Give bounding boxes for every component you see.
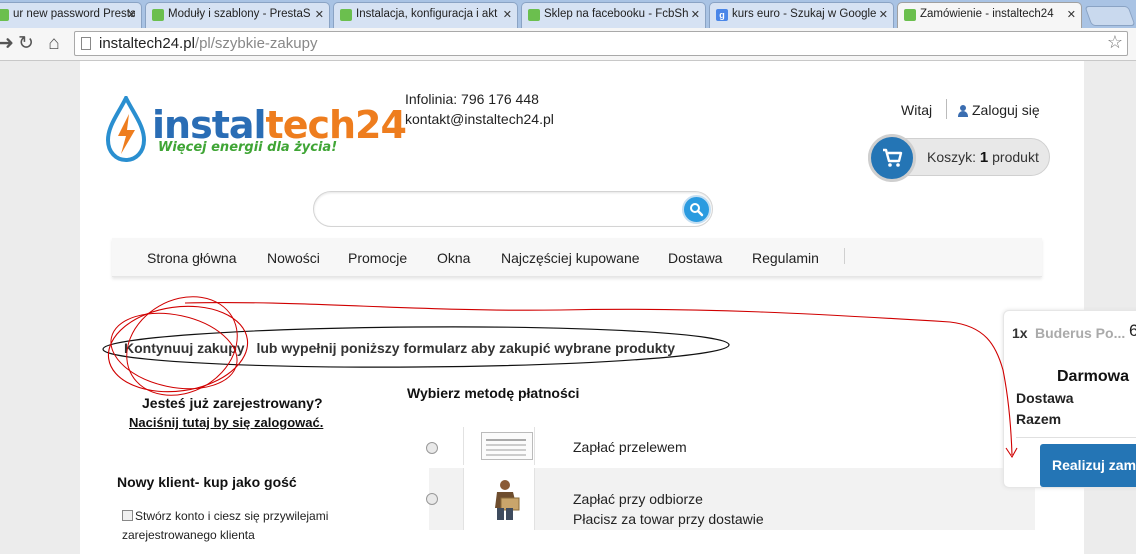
browser-tab[interactable]: ur new password PrestaS ✕ <box>0 2 142 28</box>
prestashop-icon <box>340 9 352 21</box>
close-icon[interactable]: ✕ <box>879 8 888 21</box>
payment-label-cod: Zapłać przy odbiorze <box>573 491 703 507</box>
bank-transfer-icon <box>481 432 533 460</box>
create-account-label: Stwórz konto i ciesz się przywilejami <box>135 509 329 523</box>
summary-divider <box>1016 437 1136 438</box>
close-icon[interactable]: ✕ <box>315 8 324 21</box>
search-icon <box>690 203 704 217</box>
nav-item-bestsellers[interactable]: Najczęściej kupowane <box>501 250 640 266</box>
summary-product[interactable]: Buderus Po... <box>1035 325 1125 341</box>
nav-item-promotions[interactable]: Promocje <box>348 250 407 266</box>
page-icon <box>81 37 91 50</box>
close-icon[interactable]: ✕ <box>127 8 136 21</box>
google-icon: g <box>716 9 728 21</box>
summary-price: 6 <box>1129 321 1136 340</box>
payment-radio-transfer[interactable] <box>426 442 438 454</box>
browser-tab[interactable]: g kurs euro - Szukaj w Google ✕ <box>709 2 894 28</box>
nav-item-delivery[interactable]: Dostawa <box>668 250 722 266</box>
payment-method-title: Wybierz metodę płatności <box>407 385 580 401</box>
close-icon[interactable]: ✕ <box>1067 8 1076 21</box>
nav-divider <box>844 248 845 264</box>
cart-icon-circle[interactable] <box>868 134 916 182</box>
nav-item-windows[interactable]: Okna <box>437 250 470 266</box>
browser-tab[interactable]: Instalacja, konfiguracja i akt ✕ <box>333 2 518 28</box>
cart-icon <box>883 148 903 167</box>
home-icon[interactable]: ⌂ <box>42 32 66 56</box>
nav-item-terms[interactable]: Regulamin <box>752 250 819 266</box>
create-account-label-cont: zarejestrowanego klienta <box>122 528 255 542</box>
summary-total-label: Razem <box>1016 411 1062 427</box>
prestashop-icon <box>904 9 916 21</box>
browser-tab[interactable]: Sklep na facebooku - FcbSh ✕ <box>521 2 706 28</box>
url-text: instaltech24.pl/pl/szybkie-zakupy <box>99 35 318 52</box>
login-link[interactable]: Zaloguj się <box>958 102 1040 118</box>
new-tab-button[interactable] <box>1084 6 1136 26</box>
prestashop-icon <box>152 9 164 21</box>
continue-shopping-link[interactable]: Kontynuuj zakupy <box>124 340 245 356</box>
user-icon <box>958 105 968 117</box>
courier-icon <box>495 480 520 520</box>
login-prompt-link[interactable]: Naciśnij tutaj by się zalogować. <box>129 415 323 430</box>
reload-icon[interactable]: ↻ <box>14 32 38 56</box>
browser-tab-active[interactable]: Zamówienie - instaltech24 ✕ <box>897 2 1082 29</box>
logo-tagline: Więcej energii dla życia! <box>158 140 338 155</box>
search-input[interactable] <box>313 191 713 227</box>
guest-checkout-title: Nowy klient- kup jako gość <box>117 474 297 490</box>
prestashop-icon <box>528 9 540 21</box>
header-divider <box>946 99 947 119</box>
nav-item-home[interactable]: Strona główna <box>147 250 237 266</box>
browser-tab-strip: ur new password PrestaS ✕ Moduły i szabl… <box>0 0 1136 29</box>
summary-shipping-label: Dostawa <box>1016 390 1074 406</box>
continue-shopping-line: Kontynuuj zakupy lub wypełnij poniższy f… <box>124 340 675 356</box>
registered-question: Jesteś już zarejestrowany? <box>142 395 323 411</box>
close-icon[interactable]: ✕ <box>503 8 512 21</box>
payment-sublabel-cod: Płacisz za towar przy dostawie <box>573 511 764 527</box>
search-button[interactable] <box>682 195 711 224</box>
summary-qty: 1x <box>1012 325 1028 341</box>
hotline-text: Infolinia: 796 176 448 <box>405 91 539 107</box>
address-bar[interactable]: instaltech24.pl/pl/szybkie-zakupy ☆ <box>74 31 1128 56</box>
browser-toolbar: ➜ ↻ ⌂ instaltech24.pl/pl/szybkie-zakupy … <box>0 28 1136 61</box>
prestashop-icon <box>0 9 9 21</box>
logo-text[interactable]: instaltech24 <box>152 106 407 144</box>
continue-hint: lub wypełnij poniższy formularz aby zaku… <box>256 340 675 356</box>
create-account-checkbox[interactable] <box>122 510 133 521</box>
payment-radio-cod[interactable] <box>426 493 438 505</box>
cart-summary[interactable]: Koszyk: 1 produkt <box>927 149 1039 166</box>
payment-label-transfer: Zapłać przelewem <box>573 439 687 455</box>
logo-drop-icon[interactable] <box>104 96 148 162</box>
welcome-text: Witaj <box>901 102 933 118</box>
bookmark-star-icon[interactable]: ☆ <box>1107 32 1123 53</box>
place-order-button[interactable]: Realizuj zam <box>1040 444 1136 487</box>
close-icon[interactable]: ✕ <box>691 8 700 21</box>
browser-tab[interactable]: Moduły i szablony - PrestaS ✕ <box>145 2 330 28</box>
nav-item-new[interactable]: Nowości <box>267 250 320 266</box>
summary-free-shipping: Darmowa <box>1057 368 1130 385</box>
contact-email[interactable]: kontakt@instaltech24.pl <box>405 111 554 127</box>
